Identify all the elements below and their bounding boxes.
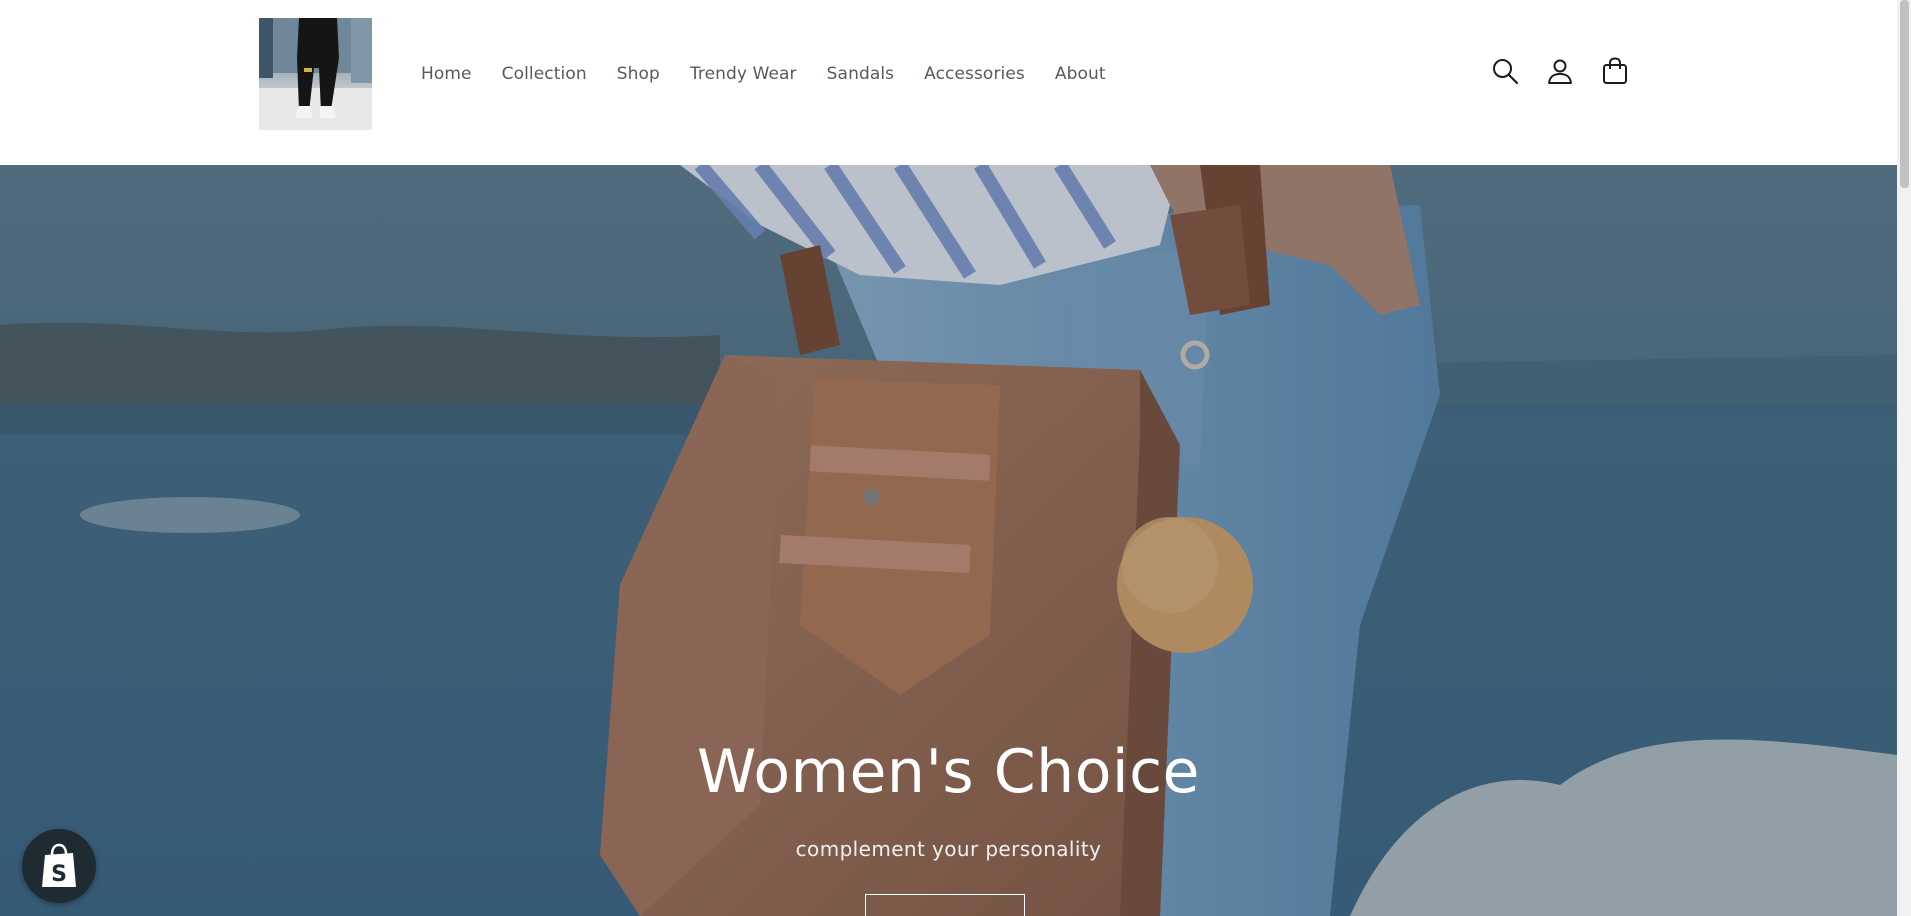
svg-text:S: S — [51, 862, 67, 887]
nav-home[interactable]: Home — [406, 64, 487, 84]
scrollbar-thumb[interactable] — [1900, 0, 1909, 188]
search-icon[interactable] — [1489, 55, 1521, 87]
nav-trendy-wear[interactable]: Trendy Wear — [675, 64, 812, 84]
nav-accessories[interactable]: Accessories — [909, 64, 1040, 84]
site-header: Home Collection Shop Trendy Wear Sandals… — [0, 0, 1897, 165]
store-logo[interactable] — [259, 18, 372, 130]
nav-sandals[interactable]: Sandals — [812, 64, 909, 84]
hero-title: Women's Choice — [697, 737, 1200, 807]
hero-banner: Women's Choice complement your personali… — [0, 165, 1897, 916]
shopify-bag-icon[interactable]: S — [22, 829, 96, 903]
nav-collection[interactable]: Collection — [487, 64, 602, 84]
cart-icon[interactable] — [1599, 55, 1631, 87]
main-nav: Home Collection Shop Trendy Wear Sandals… — [406, 60, 1121, 88]
logo-image — [259, 18, 372, 130]
hero-cta-button[interactable] — [865, 894, 1025, 916]
header-icons — [1489, 55, 1631, 87]
page-scrollbar[interactable] — [1897, 0, 1911, 916]
page: Home Collection Shop Trendy Wear Sandals… — [0, 0, 1911, 916]
nav-shop[interactable]: Shop — [602, 64, 675, 84]
hero-subtitle: complement your personality — [795, 837, 1102, 861]
nav-about[interactable]: About — [1040, 64, 1121, 84]
account-icon[interactable] — [1544, 55, 1576, 87]
